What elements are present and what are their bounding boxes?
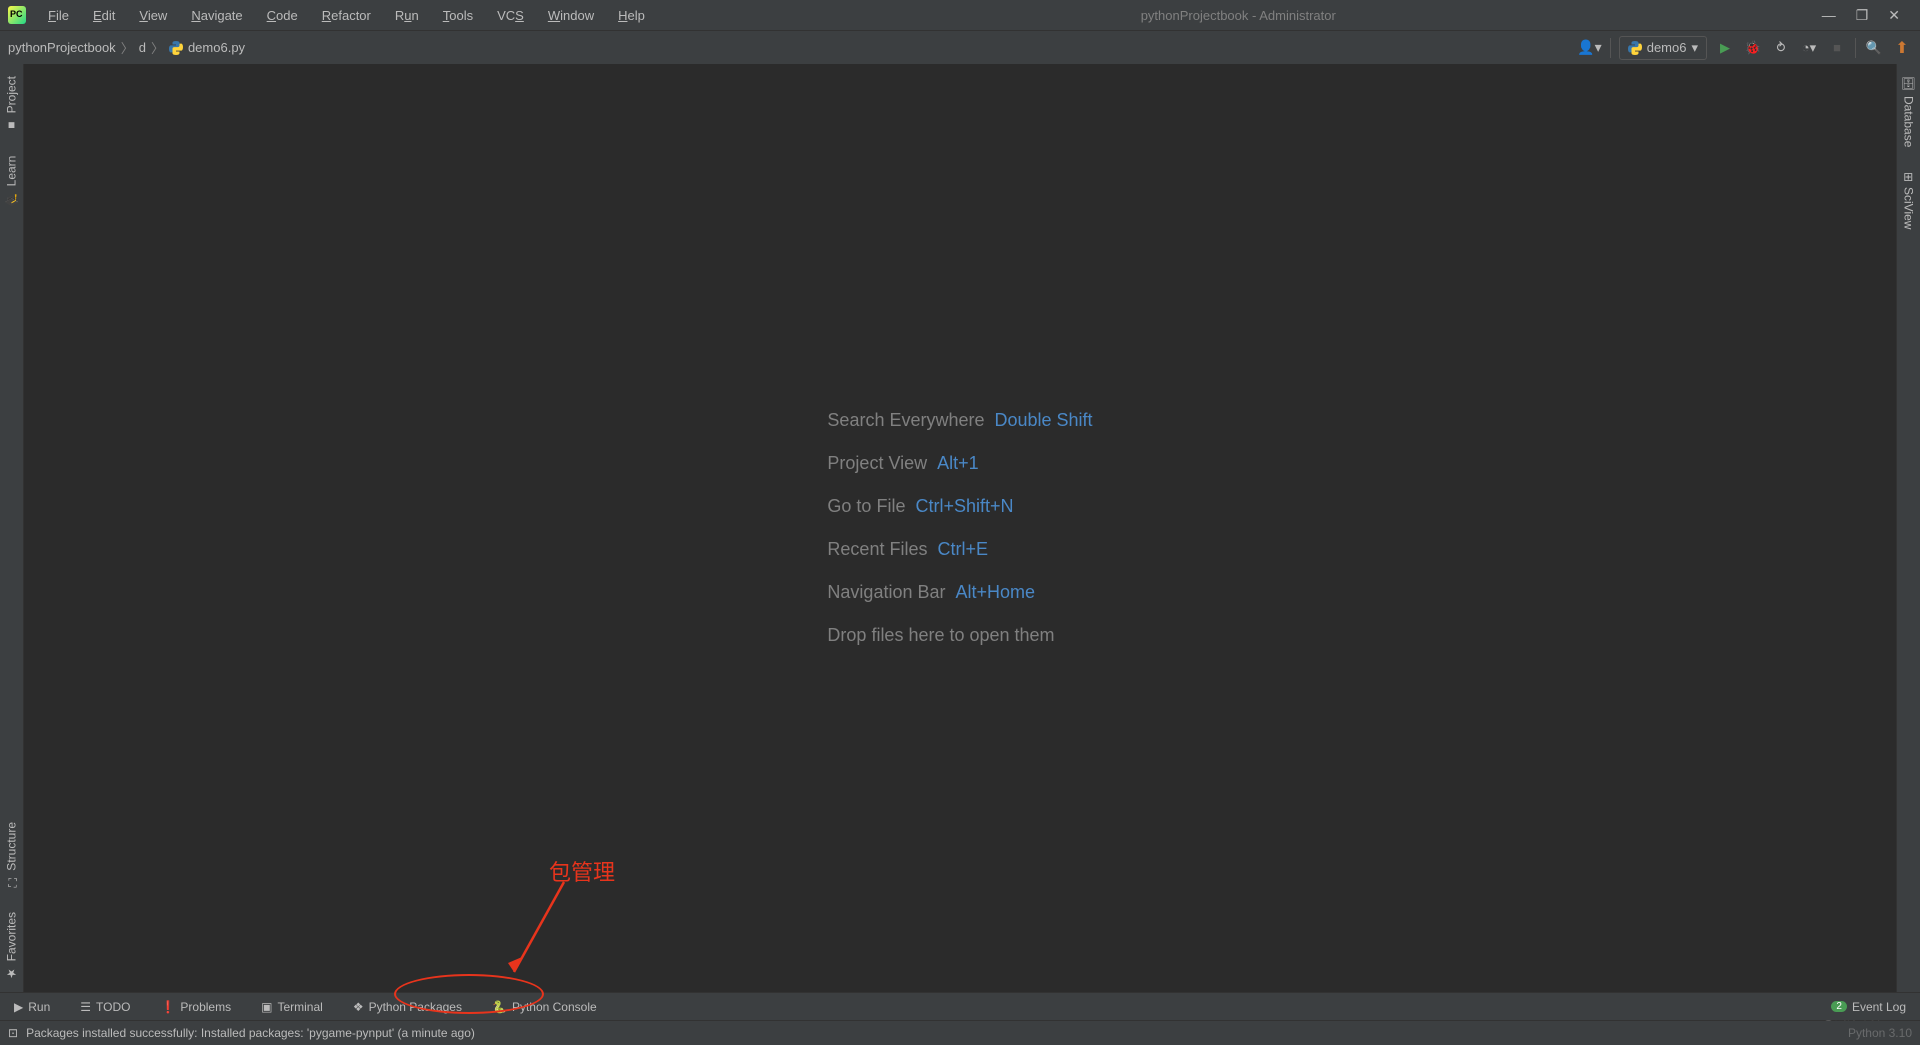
stop-button[interactable]: ■ bbox=[1827, 40, 1847, 55]
menu-refactor[interactable]: Refactor bbox=[312, 5, 381, 26]
divider bbox=[1855, 38, 1856, 58]
update-icon[interactable]: ⬆ bbox=[1892, 38, 1912, 58]
welcome-shortcut: Alt+Home bbox=[956, 582, 1036, 602]
favorites-tab[interactable]: ★ Favorites bbox=[0, 900, 23, 992]
todo-tool[interactable]: ☰TODO bbox=[74, 997, 136, 1017]
right-sidebar: 🗄 Database ⊞ SciView bbox=[1896, 64, 1920, 992]
breadcrumb-file[interactable]: demo6.py bbox=[188, 40, 245, 55]
run-config-name: demo6 bbox=[1647, 40, 1687, 55]
main-layout: ■ Project 🎓 Learn ⛶ Structure ★ Favorite… bbox=[0, 64, 1920, 992]
dropdown-icon: ▾ bbox=[1691, 40, 1698, 56]
status-icon[interactable]: ⊡ bbox=[8, 1026, 18, 1040]
sciview-tab[interactable]: ⊞ SciView bbox=[1897, 160, 1920, 242]
app-icon bbox=[8, 6, 26, 24]
welcome-label: Recent Files bbox=[827, 539, 927, 559]
python-icon bbox=[1628, 41, 1642, 55]
menu-tools[interactable]: Tools bbox=[433, 5, 483, 26]
search-icon[interactable]: 🔍 bbox=[1864, 40, 1884, 56]
welcome-screen: Search Everywhere Double Shift Project Vi… bbox=[827, 388, 1092, 668]
status-message: Packages installed successfully: Install… bbox=[26, 1026, 475, 1040]
menu-window[interactable]: Window bbox=[538, 5, 604, 26]
run-config-selector[interactable]: demo6 ▾ bbox=[1619, 36, 1707, 60]
welcome-label: Search Everywhere bbox=[827, 410, 984, 430]
breadcrumb-folder[interactable]: d bbox=[139, 40, 146, 55]
run-tool[interactable]: ▶Run bbox=[8, 997, 56, 1017]
welcome-label: Project View bbox=[827, 453, 927, 473]
packages-icon: ❖ bbox=[353, 1000, 364, 1014]
python-file-icon bbox=[169, 41, 183, 55]
welcome-shortcut: Ctrl+Shift+N bbox=[915, 496, 1013, 516]
terminal-icon: ▣ bbox=[261, 1000, 272, 1014]
close-button[interactable]: ✕ bbox=[1888, 7, 1900, 24]
left-sidebar: ■ Project 🎓 Learn ⛶ Structure ★ Favorite… bbox=[0, 64, 24, 992]
profile-button[interactable]: ◔▾ bbox=[1799, 40, 1819, 56]
problems-icon: ❗ bbox=[160, 1000, 175, 1014]
title-bar: File Edit View Navigate Code Refactor Ru… bbox=[0, 0, 1920, 30]
project-tab[interactable]: ■ Project bbox=[0, 64, 23, 144]
annotation-circle bbox=[394, 974, 544, 1014]
window-title: pythonProjectbook - Administrator bbox=[659, 8, 1818, 23]
breadcrumb: pythonProjectbook 〉 d 〉 demo6.py bbox=[8, 38, 1577, 57]
menu-view[interactable]: View bbox=[129, 5, 177, 26]
editor-area[interactable]: Search Everywhere Double Shift Project Vi… bbox=[24, 64, 1896, 992]
problems-tool[interactable]: ❗Problems bbox=[154, 997, 237, 1017]
play-icon: ▶ bbox=[14, 1000, 23, 1014]
divider bbox=[1610, 38, 1611, 58]
learn-tab[interactable]: 🎓 Learn bbox=[0, 144, 23, 218]
menu-edit[interactable]: Edit bbox=[83, 5, 125, 26]
menu-help[interactable]: Help bbox=[608, 5, 655, 26]
bottom-tool-bar: ▶Run ☰TODO ❗Problems ▣Terminal ❖Python P… bbox=[0, 992, 1920, 1020]
structure-tab[interactable]: ⛶ Structure bbox=[0, 810, 23, 900]
menu-file[interactable]: File bbox=[38, 5, 79, 26]
minimize-button[interactable]: — bbox=[1822, 7, 1836, 24]
todo-icon: ☰ bbox=[80, 1000, 91, 1014]
welcome-shortcut: Ctrl+E bbox=[937, 539, 988, 559]
user-icon[interactable]: 👤▾ bbox=[1577, 39, 1601, 56]
database-tab[interactable]: 🗄 Database bbox=[1897, 64, 1920, 160]
welcome-shortcut: Double Shift bbox=[995, 410, 1093, 430]
breadcrumb-root[interactable]: pythonProjectbook bbox=[8, 40, 116, 55]
run-coverage-button[interactable]: ⥁ bbox=[1771, 40, 1791, 56]
menu-code[interactable]: Code bbox=[257, 5, 308, 26]
python-version[interactable]: Python 3.10 bbox=[1848, 1026, 1912, 1040]
menu-vcs[interactable]: VCS bbox=[487, 5, 534, 26]
annotation-arrow-icon bbox=[504, 877, 574, 982]
welcome-drop-hint: Drop files here to open them bbox=[827, 625, 1054, 645]
welcome-label: Go to File bbox=[827, 496, 905, 516]
navigation-bar: pythonProjectbook 〉 d 〉 demo6.py 👤▾ demo… bbox=[0, 30, 1920, 64]
status-bar: ⊡ Packages installed successfully: Insta… bbox=[0, 1020, 1920, 1045]
chevron-icon: 〉 bbox=[151, 38, 164, 57]
terminal-tool[interactable]: ▣Terminal bbox=[255, 997, 329, 1017]
run-button[interactable]: ▶ bbox=[1715, 40, 1735, 56]
menu-navigate[interactable]: Navigate bbox=[181, 5, 252, 26]
event-count-badge: 2 bbox=[1831, 1001, 1847, 1012]
chevron-icon: 〉 bbox=[121, 38, 134, 57]
welcome-shortcut: Alt+1 bbox=[937, 453, 979, 473]
event-log-tool[interactable]: 2Event Log bbox=[1825, 997, 1912, 1017]
maximize-button[interactable]: ❐ bbox=[1856, 7, 1869, 24]
welcome-label: Navigation Bar bbox=[827, 582, 945, 602]
menu-run[interactable]: Run bbox=[385, 5, 429, 26]
debug-button[interactable]: 🐞 bbox=[1743, 40, 1763, 56]
